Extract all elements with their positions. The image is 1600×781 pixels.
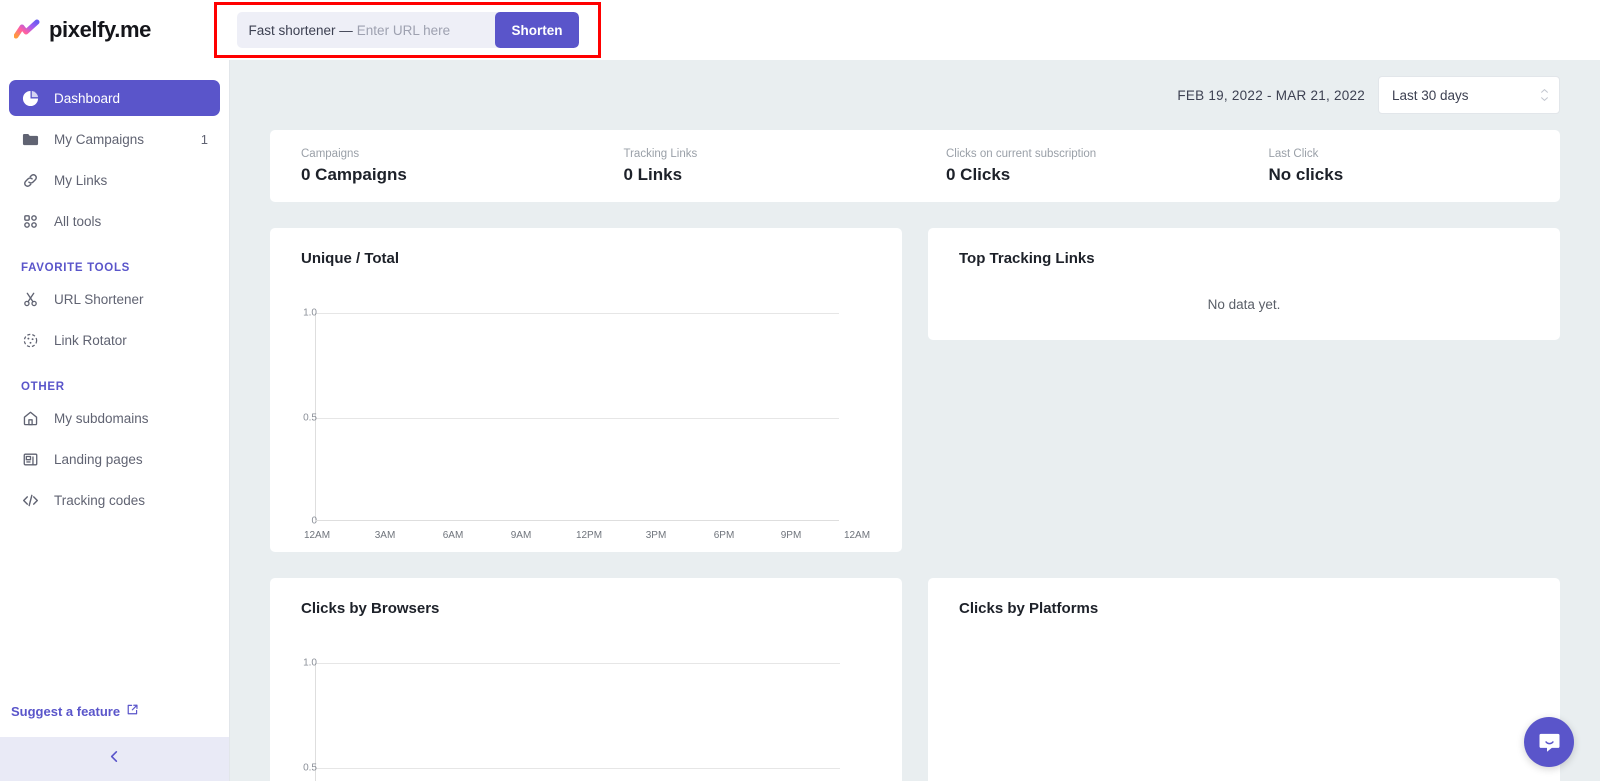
clicks-by-browsers-chart: 1.0 0.5 [301, 643, 862, 781]
x-tick-label: 12AM [303, 530, 331, 541]
y-tick-label: 1.0 [303, 307, 317, 319]
external-link-icon [126, 703, 139, 719]
link-icon [21, 171, 40, 190]
stat-clicks-subscription: Clicks on current subscription 0 Clicks [915, 148, 1238, 185]
sidebar-primary-nav: Dashboard My Campaigns 1 My Links All to… [0, 60, 229, 239]
sidebar-favorite-nav: URL Shortener Link Rotator [0, 281, 229, 358]
sidebar-item-label: My Links [54, 172, 108, 188]
stat-campaigns: Campaigns 0 Campaigns [270, 148, 593, 185]
panel-title: Top Tracking Links [959, 250, 1095, 267]
sidebar-item-url-shortener[interactable]: URL Shortener [9, 281, 220, 317]
panel-title: Unique / Total [301, 250, 400, 267]
panel-unique-total: Unique / Total 1.0 0.5 0 12AM 3AM 6AM 9A… [270, 228, 902, 552]
y-tick-label: 0.5 [303, 762, 317, 774]
sidebar-item-label: All tools [54, 213, 102, 229]
stat-last-click: Last Click No clicks [1238, 148, 1561, 185]
sidebar-item-label: My subdomains [54, 410, 149, 426]
chevron-left-icon [107, 749, 122, 769]
campaigns-count-badge: 1 [200, 131, 208, 147]
pie-chart-icon [21, 89, 40, 108]
stat-label: Last Click [1268, 147, 1319, 160]
stat-value: 0 Campaigns [301, 164, 407, 184]
date-range-preset-value: Last 30 days [1392, 87, 1469, 103]
panel-clicks-by-browsers: Clicks by Browsers 1.0 0.5 [270, 578, 902, 781]
rotator-circle-icon [21, 331, 40, 350]
y-tick-label: 0.5 [303, 412, 317, 424]
panel-top-tracking-links: Top Tracking Links No data yet. [928, 228, 1560, 340]
sidebar-item-landing-pages[interactable]: Landing pages [9, 441, 220, 477]
sidebar-item-my-campaigns[interactable]: My Campaigns 1 [9, 121, 220, 157]
fast-shortener-label: Fast shortener — [248, 22, 353, 38]
x-tick-label: 12AM [843, 530, 871, 541]
sidebar-item-label: Tracking codes [54, 492, 146, 508]
panel-title: Clicks by Platforms [959, 600, 1099, 617]
scissors-icon [21, 290, 40, 309]
zigzag-chart-logo-icon [13, 19, 40, 41]
sidebar-collapse-button[interactable] [0, 737, 229, 781]
sidebar-section-other: OTHER [21, 381, 65, 393]
suggest-a-feature-link[interactable]: Suggest a feature [11, 703, 139, 719]
sidebar-item-all-tools[interactable]: All tools [9, 203, 220, 239]
y-tick-label: 1.0 [303, 657, 317, 669]
fast-shortener-highlight: Fast shortener — Enter URL here Shorten [214, 2, 601, 58]
sidebar-item-my-links[interactable]: My Links [9, 162, 220, 198]
dashboard-row-1: Unique / Total 1.0 0.5 0 12AM 3AM 6AM 9A… [270, 228, 1560, 552]
stat-label: Campaigns [301, 147, 360, 160]
unique-total-chart: 1.0 0.5 0 12AM 3AM 6AM 9AM 12PM 3PM 6PM … [301, 293, 871, 545]
stat-value: 0 Links [623, 164, 683, 184]
sidebar-item-label: URL Shortener [54, 291, 144, 307]
dashboard-row-2: Clicks by Browsers 1.0 0.5 Clicks by Pla… [270, 578, 1560, 781]
summary-stats-card: Campaigns 0 Campaigns Tracking Links 0 L… [270, 130, 1560, 202]
top-tracking-links-empty-state: No data yet. [1207, 297, 1281, 312]
sidebar-item-dashboard[interactable]: Dashboard [9, 80, 220, 116]
stat-label: Tracking Links [623, 147, 698, 160]
y-tick-label: 0 [311, 515, 317, 527]
brand-logo[interactable]: pixelfy.me [13, 17, 214, 43]
sidebar-item-tracking-codes[interactable]: Tracking codes [9, 482, 220, 518]
x-tick-label: 6AM [442, 530, 464, 541]
main-content: FEB 19, 2022 - MAR 21, 2022 Last 30 days… [230, 60, 1600, 781]
fast-shortener-bar[interactable]: Fast shortener — Enter URL here Shorten [236, 12, 579, 48]
panel-title: Clicks by Browsers [301, 600, 440, 617]
sidebar-item-label: Dashboard [54, 90, 121, 106]
x-tick-label: 12PM [575, 530, 603, 541]
sidebar-item-link-rotator[interactable]: Link Rotator [9, 322, 220, 358]
stepper-up-down-icon[interactable] [1540, 89, 1549, 102]
x-tick-label: 3AM [374, 530, 396, 541]
date-filter-row: FEB 19, 2022 - MAR 21, 2022 Last 30 days [230, 60, 1600, 130]
sidebar-item-label: Landing pages [54, 451, 143, 467]
sidebar-other-nav: My subdomains Landing pages Tracking cod… [0, 400, 229, 518]
sidebar-item-label: Link Rotator [54, 332, 127, 348]
home-icon [21, 409, 40, 428]
brand-name: pixelfy.me [49, 17, 151, 42]
url-input-placeholder[interactable]: Enter URL here [353, 23, 496, 38]
x-tick-label: 3PM [645, 530, 667, 541]
date-range-preset-select[interactable]: Last 30 days [1378, 76, 1560, 114]
sidebar-section-favorite-tools: FAVORITE TOOLS [21, 262, 131, 274]
sidebar-item-my-subdomains[interactable]: My subdomains [9, 400, 220, 436]
date-range-text: FEB 19, 2022 - MAR 21, 2022 [1177, 87, 1365, 103]
panel-clicks-by-platforms: Clicks by Platforms [928, 578, 1560, 781]
x-tick-label: 6PM [713, 530, 735, 541]
stat-value: 0 Clicks [946, 164, 1011, 184]
sidebar: Dashboard My Campaigns 1 My Links All to… [0, 60, 230, 781]
stat-label: Clicks on current subscription [946, 147, 1097, 160]
folder-icon [21, 130, 40, 149]
intercom-chat-icon[interactable] [1524, 717, 1574, 767]
shorten-button[interactable]: Shorten [495, 12, 579, 48]
x-tick-label: 9AM [510, 530, 532, 541]
stat-tracking-links: Tracking Links 0 Links [593, 148, 916, 185]
newspaper-icon [21, 450, 40, 469]
suggest-a-feature-label: Suggest a feature [11, 703, 121, 719]
sidebar-item-label: My Campaigns [54, 131, 145, 147]
x-tick-label: 9PM [780, 530, 802, 541]
code-brackets-icon [21, 491, 40, 510]
grid-squares-icon [21, 212, 40, 231]
stat-value: No clicks [1268, 164, 1344, 184]
